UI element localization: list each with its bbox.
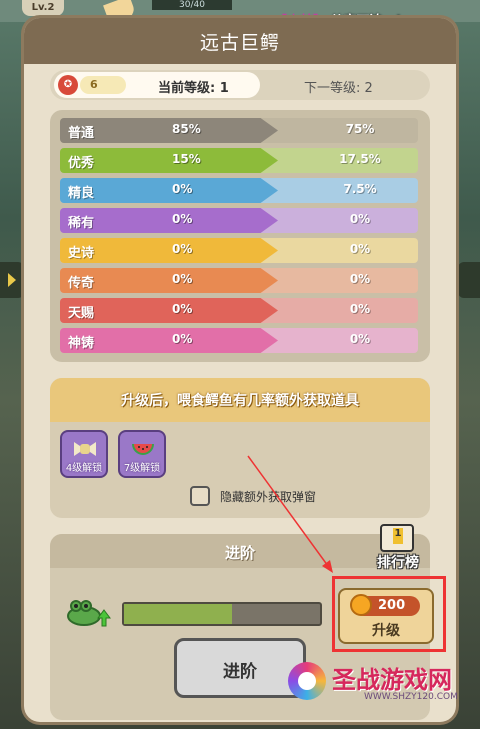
rate-row: 神铸 0% 0% bbox=[60, 328, 418, 353]
item-unlock-label: 4级解锁 bbox=[65, 463, 103, 474]
rate-current: 15% bbox=[172, 152, 201, 166]
rate-next: 0% bbox=[349, 242, 371, 256]
current-level-box: ✪ 6 当前等级: 1 bbox=[54, 72, 260, 98]
left-arrow-button[interactable] bbox=[0, 262, 24, 298]
token-count: 6 bbox=[80, 76, 126, 94]
rate-current: 0% bbox=[172, 212, 193, 226]
hide-popup-checkbox[interactable] bbox=[190, 486, 210, 506]
rate-name: 精良 bbox=[68, 186, 95, 201]
rate-current: 0% bbox=[172, 182, 193, 196]
rate-next: 75% bbox=[345, 122, 375, 136]
watermark-url: WWW.SHZY120.COM bbox=[364, 692, 458, 702]
rate-name: 天赐 bbox=[68, 306, 95, 321]
upgrade-panel: 远古巨鳄 ✪ 6 当前等级: 1 下一等级: 2 普通 85% 75% 优秀 15% 17… bbox=[24, 18, 456, 722]
player-level-badge: Lv.2 bbox=[22, 0, 64, 16]
bonus-item-watermelon[interactable]: 7级解锁 bbox=[118, 430, 166, 478]
leaderboard-label: 排行榜 bbox=[377, 555, 419, 571]
current-level: 当前等级: 1 bbox=[158, 81, 229, 96]
rate-current: 0% bbox=[172, 302, 193, 316]
advance-button[interactable]: 进阶 bbox=[174, 638, 306, 698]
rate-name: 神铸 bbox=[68, 336, 95, 351]
crocodile-icon bbox=[67, 600, 111, 627]
rate-current: 0% bbox=[172, 242, 193, 256]
quality-rates: 普通 85% 75% 优秀 15% 17.5% 精良 0% 7.5% 稀有 0% 0% 史诗 0% 0% 传奇… bbox=[50, 110, 430, 362]
next-level: 下一等级: 2 bbox=[304, 81, 373, 96]
rate-next: 0% bbox=[349, 212, 371, 226]
advance-button-label: 进阶 bbox=[223, 662, 257, 682]
watermark-logo-icon bbox=[288, 662, 326, 700]
rate-row: 传奇 0% 0% bbox=[60, 268, 418, 293]
watermelon-icon bbox=[132, 444, 154, 455]
highlight-box bbox=[332, 576, 446, 652]
rate-name: 优秀 bbox=[68, 156, 95, 171]
level-bar: ✪ 6 当前等级: 1 下一等级: 2 bbox=[50, 70, 430, 100]
rate-current: 0% bbox=[172, 332, 193, 346]
rate-current: 0% bbox=[172, 272, 193, 286]
hide-popup-label: 隐藏额外获取弹窗 bbox=[220, 490, 317, 504]
right-side-tab[interactable] bbox=[458, 262, 480, 298]
podium-icon: 1 bbox=[380, 524, 414, 552]
bonus-section: 升级后，喂食鳄鱼有几率额外获取道具 4级解锁 7级解锁 隐藏额外获取弹窗 bbox=[50, 378, 430, 518]
watermark-text: 圣战游戏网 bbox=[332, 666, 452, 694]
candy-icon bbox=[74, 442, 96, 456]
rate-row: 天赐 0% 0% bbox=[60, 298, 418, 323]
panel-title: 远古巨鳄 bbox=[199, 32, 280, 54]
rate-next: 0% bbox=[349, 302, 371, 316]
rate-row: 普通 85% 75% bbox=[60, 118, 418, 143]
rate-next: 0% bbox=[349, 272, 371, 286]
rate-next: 7.5% bbox=[343, 182, 377, 196]
bonus-item-candy[interactable]: 4级解锁 bbox=[60, 430, 108, 478]
panel-header: 远古巨鳄 bbox=[24, 18, 456, 64]
rate-row: 稀有 0% 0% bbox=[60, 208, 418, 233]
rate-name: 史诗 bbox=[68, 246, 95, 261]
advance-progress-bar bbox=[122, 602, 322, 626]
watermark: 圣战游戏网 WWW.SHZY120.COM bbox=[288, 656, 468, 712]
rate-name: 稀有 bbox=[68, 216, 95, 231]
rank-number: 1 bbox=[393, 528, 403, 544]
rate-current: 85% bbox=[172, 122, 201, 136]
rate-next: 17.5% bbox=[339, 152, 381, 166]
rate-name: 传奇 bbox=[68, 276, 95, 291]
item-unlock-label: 7级解锁 bbox=[123, 463, 161, 474]
progress-fill bbox=[124, 604, 232, 624]
rate-name: 普通 bbox=[68, 126, 95, 141]
top-counter: 30/40 bbox=[152, 0, 232, 10]
rate-next: 0% bbox=[349, 332, 371, 346]
bonus-header: 升级后，喂食鳄鱼有几率额外获取道具 bbox=[50, 378, 430, 422]
token-icon: ✪ bbox=[58, 75, 78, 95]
bonus-text: 升级后，喂食鳄鱼有几率额外获取道具 bbox=[121, 393, 359, 409]
leaderboard-button[interactable]: 1 排行榜 bbox=[370, 524, 426, 576]
rate-row: 优秀 15% 17.5% bbox=[60, 148, 418, 173]
rate-row: 史诗 0% 0% bbox=[60, 238, 418, 263]
rate-row: 精良 0% 7.5% bbox=[60, 178, 418, 203]
